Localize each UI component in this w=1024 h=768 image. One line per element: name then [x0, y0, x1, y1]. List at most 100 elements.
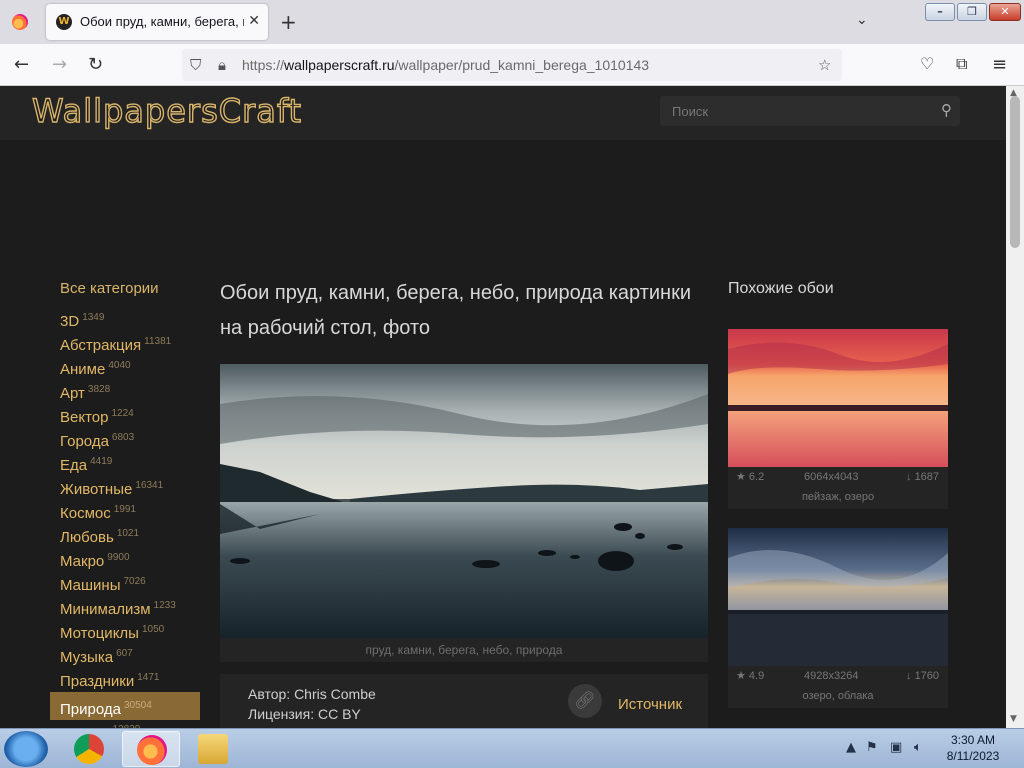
address-bar[interactable]: ⛉ 🔒︎ https://wallpaperscraft.ru/wallpape…: [182, 49, 842, 81]
sidebar-category-item[interactable]: Животные 16341: [50, 476, 200, 500]
firefox-taskbar-button[interactable]: [122, 731, 180, 767]
sidebar-category-item[interactable]: Макро 9900: [50, 548, 200, 572]
source-link[interactable]: Источник: [618, 696, 682, 713]
sidebar-category-item[interactable]: Аниме 4040: [50, 356, 200, 380]
sidebar-category-item[interactable]: Машины 7026: [50, 572, 200, 596]
category-count: 1991: [113, 504, 136, 515]
scroll-down-icon[interactable]: ▼: [1010, 714, 1017, 724]
similar-item[interactable]: ★ 4.9 4928x3264 ↓ 1760 озеро, облака: [728, 528, 948, 708]
search-icon[interactable]: ⚲: [941, 101, 952, 119]
similar-tags[interactable]: пейзаж, озеро: [728, 487, 948, 509]
downloads: ↓ 1760: [906, 670, 940, 682]
back-icon[interactable]: ←: [14, 54, 29, 75]
site-logo[interactable]: WallpapersCraft: [31, 91, 302, 130]
sidebar-category-item[interactable]: Вектор 1224: [50, 404, 200, 428]
rating: ★ 4.9: [736, 670, 765, 682]
scrollbar-thumb[interactable]: [1010, 96, 1020, 248]
category-name: Мотоциклы: [60, 625, 139, 642]
sidebar-category-item[interactable]: Космос 1991: [50, 500, 200, 524]
category-name: Минимализм: [60, 601, 151, 618]
category-count: 16341: [135, 480, 164, 491]
category-name: Животные: [60, 481, 133, 498]
category-count: 607: [116, 648, 133, 659]
sidebar-category-item[interactable]: Природа 30504: [50, 692, 200, 720]
sidebar-category-item[interactable]: Арт 3828: [50, 380, 200, 404]
search-input[interactable]: [660, 96, 930, 126]
browser-window: W Обои пруд, камни, берега, небо ✕ + ⌄ –…: [0, 0, 1024, 728]
chrome-icon: [74, 734, 104, 764]
page-scrollbar[interactable]: ▲ ▼: [1006, 86, 1024, 728]
license-line: Лицензия: CC BY: [248, 706, 361, 722]
sidebar-category-item[interactable]: Еда 4419: [50, 452, 200, 476]
new-tab-icon[interactable]: +: [280, 10, 297, 34]
minimize-window-button[interactable]: –: [925, 3, 955, 21]
pocket-icon[interactable]: ♡: [920, 54, 934, 73]
wallpaper-tags[interactable]: пруд, камни, берега, небо, природа: [220, 638, 708, 662]
category-name: Любовь: [60, 529, 114, 546]
cloudy-lake-image: [728, 528, 948, 666]
similar-tags[interactable]: озеро, облака: [728, 686, 948, 708]
link-icon[interactable]: 🔗︎: [568, 684, 602, 718]
category-count: 1233: [153, 600, 176, 611]
similar-thumbnail[interactable]: [728, 329, 948, 467]
show-hidden-icons-icon[interactable]: ▲: [846, 740, 856, 755]
tracking-protection-icon[interactable]: ⛉: [190, 56, 201, 74]
wallpaperscraft-favicon-icon: W: [56, 14, 72, 30]
tab-wallpaper[interactable]: W Обои пруд, камни, берега, небо ✕: [46, 4, 268, 40]
category-name: Макро: [60, 553, 105, 570]
category-count: 7026: [123, 576, 146, 587]
category-count: 9900: [107, 552, 130, 563]
system-clock[interactable]: 3:30 AM 8/11/2023: [940, 732, 1006, 764]
category-name: 3D: [60, 313, 80, 330]
close-tab-icon[interactable]: ✕: [248, 13, 260, 29]
similar-meta: ★ 4.9 4928x3264 ↓ 1760: [728, 666, 948, 686]
chrome-taskbar-button[interactable]: [60, 731, 118, 767]
sidebar-category-item[interactable]: Праздники 1471: [50, 668, 200, 692]
wallpaper-image[interactable]: [220, 364, 708, 638]
sidebar-category-item[interactable]: Города 6803: [50, 428, 200, 452]
sidebar-category-item[interactable]: Минимализм 1233: [50, 596, 200, 620]
site-header: WallpapersCraft ⚲: [0, 86, 1006, 140]
similar-thumbnail[interactable]: [728, 528, 948, 666]
menu-icon[interactable]: ≡: [992, 54, 1007, 75]
start-button[interactable]: [4, 731, 48, 767]
similar-item[interactable]: ★ 6.2 6064x4043 ↓ 1687 пейзаж, озеро: [728, 329, 948, 509]
sidebar-category-item[interactable]: Любовь 1021: [50, 524, 200, 548]
navigation-toolbar: ← → ↻ ⛉ 🔒︎ https://wallpaperscraft.ru/wa…: [0, 44, 1024, 86]
category-count: 1224: [111, 408, 134, 419]
wallpaper-info: Автор: Chris Combe Лицензия: CC BY 🔗︎ Ис…: [220, 674, 708, 728]
category-name: Абстракция: [60, 337, 142, 354]
sidebar-category-item[interactable]: Музыка 607: [50, 644, 200, 668]
lock-icon[interactable]: 🔒︎: [218, 56, 226, 74]
category-name: Музыка: [60, 649, 114, 666]
sidebar-category-item[interactable]: 3D 1349: [50, 308, 200, 332]
firefox-view-icon[interactable]: [12, 14, 28, 30]
similar-title: Похожие обои: [728, 280, 834, 297]
category-name: Природа: [60, 701, 121, 718]
firefox-icon: [137, 735, 167, 765]
action-center-icon[interactable]: ⚑: [866, 740, 878, 755]
close-window-button[interactable]: ✕: [989, 3, 1021, 21]
sidebar-category-item[interactable]: Разное12829: [50, 720, 200, 728]
explorer-taskbar-button[interactable]: [184, 731, 242, 767]
category-name: Аниме: [60, 361, 106, 378]
category-name: Праздники: [60, 673, 135, 690]
url-text[interactable]: https://wallpaperscraft.ru/wallpaper/pru…: [242, 57, 649, 73]
volume-icon[interactable]: 🔈︎: [914, 740, 922, 755]
bookmark-star-icon[interactable]: ☆: [818, 56, 831, 74]
category-count: 6803: [111, 432, 135, 443]
category-count: 1471: [137, 672, 160, 683]
sidebar-category-item[interactable]: Абстракция 11381: [50, 332, 200, 356]
forward-icon[interactable]: →: [52, 54, 67, 75]
category-name: Арт: [60, 385, 85, 402]
all-categories-link[interactable]: Все категории: [50, 280, 200, 302]
restore-window-button[interactable]: ❐: [957, 3, 987, 21]
reload-icon[interactable]: ↻: [88, 54, 103, 75]
clock-date: 8/11/2023: [946, 749, 1000, 763]
sidebar-category-item[interactable]: Мотоциклы 1050: [50, 620, 200, 644]
chevron-down-icon[interactable]: ⌄: [856, 12, 868, 28]
network-icon[interactable]: ▣: [890, 740, 902, 755]
category-name: Космос: [60, 505, 111, 522]
extensions-icon[interactable]: ⧉: [956, 54, 967, 74]
category-count: 1021: [116, 528, 140, 539]
